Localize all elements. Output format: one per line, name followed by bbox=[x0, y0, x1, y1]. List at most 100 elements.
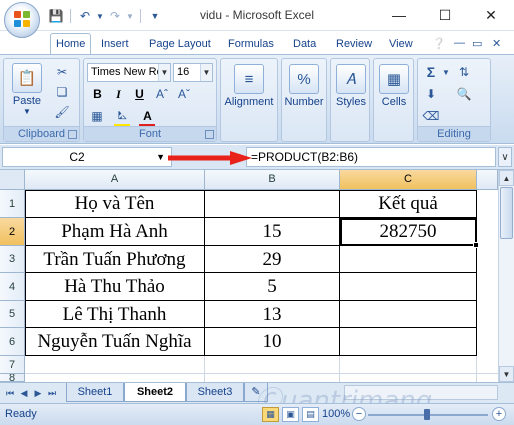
column-header-b[interactable]: B bbox=[205, 170, 340, 190]
row-header-1[interactable]: 1 bbox=[0, 190, 25, 218]
row-header-8[interactable]: 8 bbox=[0, 374, 25, 382]
cell-a1[interactable]: Họ và Tên bbox=[25, 190, 205, 218]
paste-dropdown-icon: ▼ bbox=[23, 107, 31, 116]
cut-icon[interactable]: ✂ bbox=[54, 64, 70, 80]
tab-data[interactable]: Data bbox=[288, 35, 321, 55]
tab-view[interactable]: View bbox=[384, 35, 418, 55]
row-header-5[interactable]: 5 bbox=[0, 301, 25, 328]
alignment-button[interactable]: ≡ Alignment bbox=[224, 64, 274, 108]
cell-a2[interactable]: Phạm Hà Anh bbox=[25, 218, 205, 246]
ribbon-minimize-icon[interactable]: — bbox=[454, 37, 465, 49]
name-box[interactable]: C2 ▼ bbox=[2, 147, 172, 167]
zoom-slider-thumb[interactable] bbox=[424, 409, 430, 420]
font-size-select[interactable]: 16 ▼ bbox=[173, 63, 213, 82]
row-header-2[interactable]: 2 bbox=[0, 218, 25, 246]
cell-a6[interactable]: Nguyễn Tuấn Nghĩa bbox=[25, 328, 205, 356]
cell-b5[interactable]: 13 bbox=[205, 301, 340, 328]
tab-insert[interactable]: Insert bbox=[96, 35, 134, 55]
sort-filter-icon[interactable]: ⇅ bbox=[456, 64, 472, 80]
fill-icon[interactable]: ⬇ bbox=[423, 86, 439, 102]
prev-sheet-icon[interactable]: ◀ bbox=[18, 386, 30, 400]
cell-b3[interactable]: 29 bbox=[205, 246, 340, 273]
autosum-icon[interactable]: Σ bbox=[423, 64, 439, 80]
ribbon-close-icon[interactable]: ✕ bbox=[492, 37, 501, 50]
scroll-down-icon[interactable]: ▼ bbox=[499, 366, 514, 382]
tab-formulas[interactable]: Formulas bbox=[223, 35, 279, 55]
find-select-icon[interactable]: 🔍 bbox=[456, 86, 472, 102]
row-header-3[interactable]: 3 bbox=[0, 246, 25, 273]
styles-button[interactable]: 𝐴 Styles bbox=[333, 64, 369, 108]
grow-font-icon[interactable]: Aˆ bbox=[154, 86, 170, 102]
zoom-level[interactable]: 100% bbox=[322, 408, 350, 420]
cell-c4[interactable] bbox=[340, 273, 477, 301]
row-header-7[interactable]: 7 bbox=[0, 356, 25, 374]
scroll-up-icon[interactable]: ▲ bbox=[499, 170, 514, 186]
cell-c3[interactable] bbox=[340, 246, 477, 273]
page-break-view-icon[interactable]: ▤ bbox=[302, 407, 319, 422]
fill-color-icon[interactable]: ⛡ bbox=[114, 108, 130, 124]
row-header-4[interactable]: 4 bbox=[0, 273, 25, 301]
copy-icon[interactable]: ❏ bbox=[54, 84, 70, 100]
cell-c2[interactable]: 282750 bbox=[340, 218, 477, 246]
window-controls: — ☐ ✕ bbox=[376, 0, 514, 30]
zoom-in-icon[interactable]: + bbox=[492, 407, 506, 421]
ribbon-restore-icon[interactable]: ▭ bbox=[472, 37, 482, 50]
font-color-button[interactable]: A bbox=[139, 108, 156, 125]
formula-input[interactable]: =PRODUCT(B2:B6) bbox=[246, 147, 496, 167]
title-bar: 💾 ↶ ▼ ↷ ▼ ▼ vidu - Microsoft Excel — ☐ ✕ bbox=[0, 0, 514, 31]
worksheet-grid[interactable]: A B C 1 2 3 4 5 6 7 8 Họ và Tên Kết quả … bbox=[0, 170, 514, 382]
minimize-button[interactable]: — bbox=[376, 0, 422, 30]
tab-review[interactable]: Review bbox=[331, 35, 377, 55]
cell-a4[interactable]: Hà Thu Thảo bbox=[25, 273, 205, 301]
office-button[interactable] bbox=[4, 2, 40, 38]
last-sheet-icon[interactable]: ⏭ bbox=[46, 386, 58, 400]
cell-b6[interactable]: 10 bbox=[205, 328, 340, 356]
tab-home[interactable]: Home bbox=[50, 33, 92, 55]
font-name-select[interactable]: Times New Ro ▼ bbox=[87, 63, 171, 82]
cell-a5[interactable]: Lê Thị Thanh bbox=[25, 301, 205, 328]
cell-c5[interactable] bbox=[340, 301, 477, 328]
number-button[interactable]: % Number bbox=[284, 64, 324, 108]
cell-a3[interactable]: Trần Tuấn Phương bbox=[25, 246, 205, 273]
paste-button[interactable]: 📋 Paste ▼ bbox=[10, 63, 44, 116]
borders-icon[interactable]: ▦ bbox=[89, 108, 105, 124]
bold-button[interactable]: B bbox=[89, 86, 106, 103]
vertical-scrollbar[interactable]: ▲ ▼ bbox=[498, 170, 514, 382]
autosum-dropdown-icon[interactable]: ▼ bbox=[438, 64, 454, 80]
cells-button[interactable]: ▦ Cells bbox=[376, 64, 412, 108]
close-button[interactable]: ✕ bbox=[468, 0, 514, 30]
vertical-scroll-thumb[interactable] bbox=[500, 187, 513, 239]
next-sheet-icon[interactable]: ▶ bbox=[32, 386, 44, 400]
sheet-tab-sheet1[interactable]: Sheet1 bbox=[66, 383, 124, 402]
maximize-button[interactable]: ☐ bbox=[422, 0, 468, 30]
cell-b4[interactable]: 5 bbox=[205, 273, 340, 301]
fill-handle[interactable] bbox=[473, 242, 479, 248]
select-all-corner[interactable] bbox=[0, 170, 25, 190]
format-painter-icon[interactable]: 🖌 bbox=[54, 104, 70, 120]
column-header-d[interactable] bbox=[477, 170, 498, 190]
page-layout-view-icon[interactable]: ▣ bbox=[282, 407, 299, 422]
sheet-tab-sheet3[interactable]: Sheet3 bbox=[186, 383, 244, 402]
column-header-c[interactable]: C bbox=[340, 170, 477, 190]
normal-view-icon[interactable]: ▦ bbox=[262, 407, 279, 422]
underline-button[interactable]: U bbox=[131, 86, 148, 103]
cell-b1[interactable] bbox=[205, 190, 340, 218]
help-icon[interactable]: ❔ bbox=[432, 37, 446, 50]
cell-c1[interactable]: Kết quả bbox=[340, 190, 477, 218]
cell-c6[interactable] bbox=[340, 328, 477, 356]
font-name-value: Times New Ro bbox=[91, 66, 163, 78]
first-sheet-icon[interactable]: ⏮ bbox=[4, 386, 16, 400]
expand-formula-bar-icon[interactable]: ∨ bbox=[498, 147, 512, 167]
shrink-font-icon[interactable]: Aˇ bbox=[176, 86, 192, 102]
clipboard-launcher[interactable] bbox=[68, 130, 77, 139]
sheet-tab-sheet2[interactable]: Sheet2 bbox=[124, 383, 186, 402]
cell-b2[interactable]: 15 bbox=[205, 218, 340, 246]
clear-icon[interactable]: ⌫ bbox=[423, 108, 440, 124]
font-launcher[interactable] bbox=[205, 130, 214, 139]
column-header-a[interactable]: A bbox=[25, 170, 205, 190]
row-header-6[interactable]: 6 bbox=[0, 328, 25, 356]
zoom-out-icon[interactable]: − bbox=[352, 407, 366, 421]
tab-page-layout[interactable]: Page Layout bbox=[144, 35, 216, 55]
styles-icon: 𝐴 bbox=[336, 64, 366, 94]
italic-button[interactable]: I bbox=[110, 86, 127, 103]
